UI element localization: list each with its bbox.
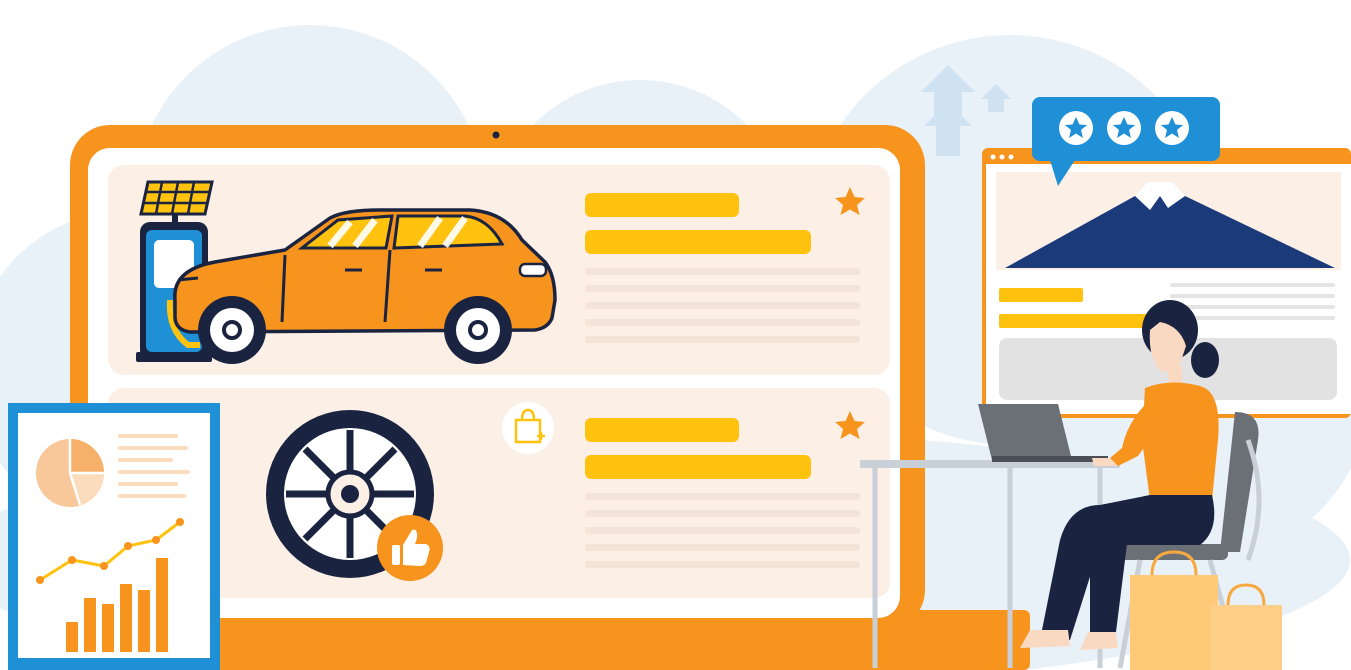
card2-title-bar (585, 418, 739, 442)
rating-stars (1059, 111, 1189, 145)
webcam-icon (492, 131, 500, 139)
illustration-svg (0, 25, 1351, 670)
shopping-bag-icon (502, 402, 554, 454)
product-card-wheel (108, 388, 890, 598)
card2-subtitle-bar (585, 455, 811, 479)
card1-title-bar (585, 193, 739, 217)
illustration-scene (0, 0, 1351, 670)
car-wheel-rear (444, 296, 512, 364)
analytics-card (8, 403, 220, 670)
mountain-icon (996, 172, 1341, 270)
review-title-bar (999, 288, 1083, 302)
card1-subtitle-bar (585, 230, 811, 254)
review-subtitle-bar (999, 314, 1149, 328)
review-window (982, 148, 1351, 418)
thumbs-up-icon (377, 515, 443, 581)
car-wheel-front (198, 296, 266, 364)
pie-chart-icon (36, 439, 104, 507)
